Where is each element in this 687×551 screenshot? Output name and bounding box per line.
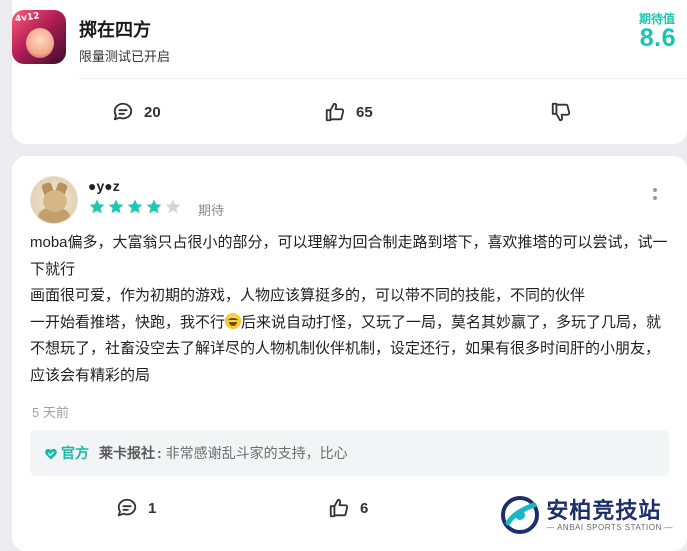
reply-text: 非常感谢乱斗家的支持，比心: [165, 445, 348, 461]
star-empty-icon: [165, 199, 181, 214]
verified-heart-icon: [45, 448, 57, 459]
review-paragraph: 画面很可爱，作为初期的游戏，人物应该算挺多的，可以带不同的技能，不同的伙伴: [30, 287, 586, 304]
review-like-button[interactable]: 6: [328, 497, 368, 519]
review-paragraph: 一开始看推塔，快跑，我不行 后来说自动打怪，又玩了一局，莫名其妙赢了，多玩了几局，…: [30, 310, 670, 390]
expectation-value: 8.6: [639, 24, 676, 52]
review-paragraph: moba偏多，大富翁只占很小的部分，可以理解为回合制走路到塔下，喜欢推塔的可以尝…: [30, 234, 668, 278]
dislike-button[interactable]: [550, 101, 572, 123]
comment-icon: [117, 498, 137, 517]
official-badge: 官方: [44, 443, 89, 463]
review-card: ●y●z 期待 moba偏多，大富翁只占很小的部分，可以理解为回合制走路到塔下，…: [12, 156, 687, 551]
like-button[interactable]: 65: [324, 101, 373, 123]
game-card: 4v12 掷在四方 限量测试已开启 期待值 8.6 20 65: [12, 0, 687, 144]
like-count: 65: [356, 103, 373, 121]
game-title[interactable]: 掷在四方: [79, 16, 151, 42]
watermark-logo: 安柏竞技站 — ANBAI SPORTS STATION —: [500, 495, 673, 535]
review-body: moba偏多，大富翁只占很小的部分，可以理解为回合制走路到塔下，喜欢推塔的可以尝…: [30, 230, 670, 389]
star-filled-icon: [146, 199, 162, 214]
game-icon-tag: 4v12: [14, 11, 41, 25]
reply-colon: :: [157, 445, 162, 461]
game-status: 限量测试已开启: [79, 49, 171, 64]
game-icon[interactable]: 4v12: [12, 10, 66, 64]
review-time: 5 天前: [32, 405, 69, 420]
reply-author[interactable]: 莱卡报社: [99, 443, 155, 463]
thumbs-up-icon: [329, 498, 349, 518]
thumbs-up-icon: [325, 102, 345, 122]
rating-label: 期待: [198, 203, 225, 218]
anbai-logo-icon: [501, 496, 540, 534]
review-comment-count: 1: [148, 499, 157, 517]
thumbs-down-icon: [551, 102, 571, 122]
username[interactable]: ●y●z: [88, 178, 120, 194]
watermark-subtitle: — ANBAI SPORTS STATION —: [546, 522, 673, 532]
star-filled-icon: [127, 199, 143, 214]
comment-count: 20: [144, 103, 161, 121]
avatar[interactable]: [30, 176, 78, 224]
star-filled-icon: [108, 199, 124, 214]
laughing-emoji-icon: [225, 312, 242, 329]
watermark-title: 安柏竞技站: [546, 497, 662, 523]
more-options-icon[interactable]: [653, 188, 657, 200]
star-filled-icon: [89, 199, 105, 214]
comment-icon: [113, 102, 133, 121]
review-text-segment: 一开始看推塔，快跑，我不行: [30, 313, 226, 331]
rating-stars: [88, 198, 182, 216]
official-tag-label: 官方: [61, 445, 89, 461]
divider: [79, 78, 687, 79]
comment-button[interactable]: 20: [112, 101, 161, 123]
review-comment-button[interactable]: 1: [116, 497, 156, 519]
official-reply[interactable]: 官方 莱卡报社 : 非常感谢乱斗家的支持，比心: [30, 430, 669, 476]
review-like-count: 6: [360, 499, 369, 517]
